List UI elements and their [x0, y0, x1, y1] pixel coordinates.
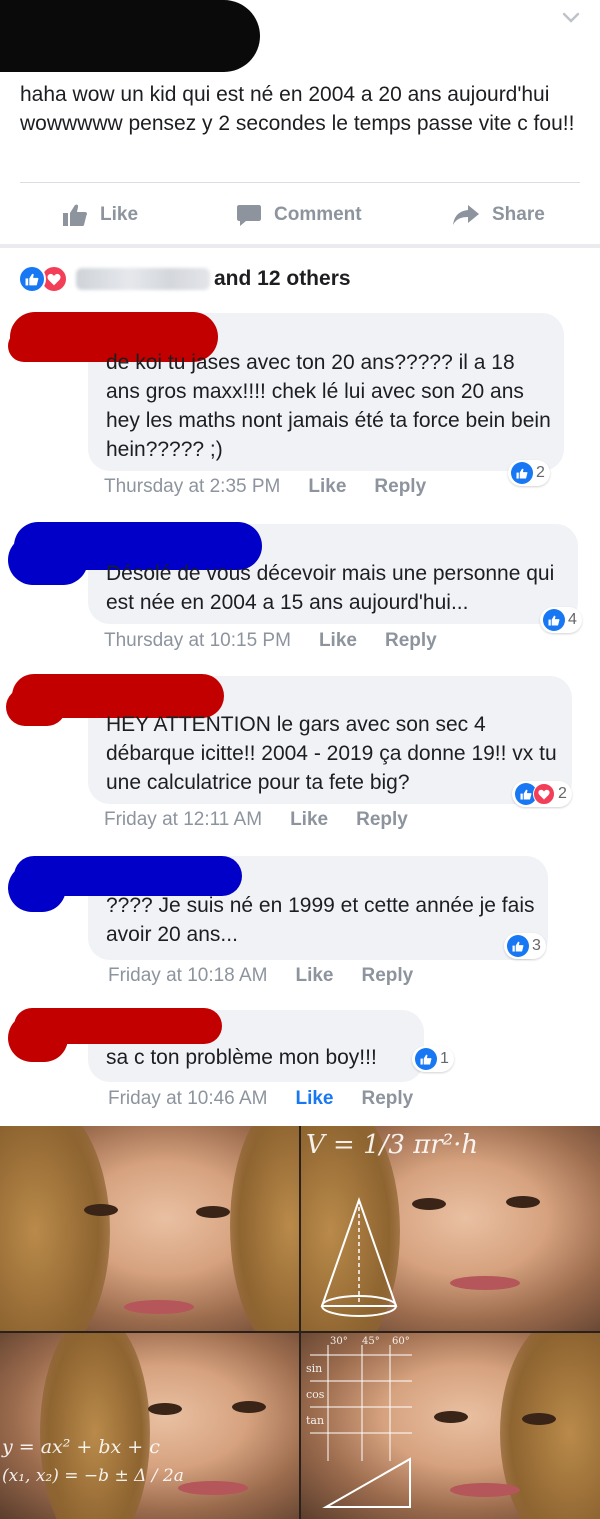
comment-like-button[interactable]: Like: [295, 965, 333, 987]
roots-formula: (x₁, x₂) = −b ± Δ / 2a: [2, 1466, 184, 1486]
comment-time[interactable]: Thursday at 2:35 PM: [104, 476, 280, 498]
comment-meta: Thursday at 2:35 PM Like Reply: [104, 476, 426, 498]
cos-label: cos: [306, 1388, 325, 1401]
comment-meta: Friday at 10:18 AM Like Reply: [108, 965, 413, 987]
comment-reply-button[interactable]: Reply: [374, 476, 426, 498]
like-button[interactable]: Like: [62, 190, 138, 240]
comment-reply-button[interactable]: Reply: [385, 630, 437, 652]
share-icon: [453, 205, 479, 225]
chevron-down-icon[interactable]: [562, 12, 580, 24]
comment-like-button[interactable]: Like: [319, 630, 357, 652]
redacted-author: [0, 0, 260, 72]
comment-text: HEY ATTENTION le gars avec son sec 4 déb…: [106, 713, 557, 794]
redacted-avatar: [8, 535, 88, 585]
like-reaction-icon: [507, 935, 529, 957]
comment-time[interactable]: Thursday at 10:15 PM: [104, 630, 291, 652]
comment-reaction-badge[interactable]: 4: [540, 607, 582, 633]
redacted-avatar: [8, 864, 66, 912]
comment-reaction-badge[interactable]: 3: [504, 933, 546, 959]
comment-reaction-badge[interactable]: 2: [508, 460, 550, 486]
post-text: haha wow un kid qui est né en 2004 a 20 …: [20, 83, 575, 135]
comment-reaction-badge[interactable]: 1: [412, 1046, 454, 1072]
comment-meta: Thursday at 10:15 PM Like Reply: [104, 630, 437, 652]
reaction-count: 4: [568, 611, 577, 628]
reaction-count: 1: [440, 1050, 449, 1067]
comment-meta: Friday at 10:46 AM Like Reply: [108, 1088, 413, 1110]
comment-icon: [237, 205, 261, 226]
reaction-count: 3: [532, 937, 541, 954]
comment-time[interactable]: Friday at 10:18 AM: [108, 965, 267, 987]
comment-reply-button[interactable]: Reply: [362, 965, 414, 987]
comment-text: de koi tu jases avec ton 20 ans????? il …: [106, 351, 551, 461]
volume-formula: V = 1/3 πr²·h: [306, 1130, 479, 1160]
comment-like-button[interactable]: Like: [308, 476, 346, 498]
angle-60-label: 60°: [392, 1336, 410, 1347]
meme-divider: [299, 1126, 301, 1519]
sin-label: sin: [306, 1362, 323, 1375]
angle-45-label: 45°: [362, 1336, 380, 1347]
thumbs-up-icon: [63, 204, 87, 226]
redacted-avatar: [6, 688, 66, 726]
math-lady-meme-image: V = 1/3 πr²·h y = ax² + bx + c (x₁, x₂) …: [0, 1126, 600, 1519]
reactions-summary[interactable]: and 12 others: [18, 262, 351, 296]
comment-text: Désolé de vous décevoir mais une personn…: [106, 562, 555, 614]
comment-text: ???? Je suis né en 1999 et cette année j…: [106, 894, 535, 946]
like-reaction-icon: [415, 1048, 437, 1070]
like-reaction-icon: [18, 265, 46, 293]
comment-like-button[interactable]: Like: [295, 1088, 333, 1110]
quadratic-formula: y = ax² + bx + c: [2, 1436, 160, 1458]
comment-text: sa c ton problème mon boy!!!: [106, 1046, 377, 1069]
post-header: [0, 0, 600, 80]
angle-30-label: 30°: [330, 1336, 348, 1347]
redacted-avatar: [8, 330, 68, 362]
comment-reply-button[interactable]: Reply: [362, 1088, 414, 1110]
divider: [20, 182, 580, 183]
share-button[interactable]: Share: [452, 190, 545, 240]
meme-panel: [300, 1333, 600, 1519]
share-label: Share: [492, 204, 545, 225]
comment-label: Comment: [274, 204, 362, 225]
meme-panel: [0, 1126, 300, 1331]
comment-button[interactable]: Comment: [236, 190, 362, 240]
cone-diagram: [320, 1196, 398, 1317]
blurred-reactor-name: [76, 268, 210, 290]
like-reaction-icon: [543, 609, 565, 631]
comment-reply-button[interactable]: Reply: [356, 809, 408, 831]
comment-meta: Friday at 12:11 AM Like Reply: [104, 809, 408, 831]
comment-time[interactable]: Friday at 12:11 AM: [104, 809, 262, 831]
section-divider: [0, 244, 600, 248]
comment-reaction-badge[interactable]: 2: [512, 781, 572, 807]
reactions-count-text: and 12 others: [214, 267, 351, 290]
tan-label: tan: [306, 1414, 325, 1427]
comment-like-button[interactable]: Like: [290, 809, 328, 831]
love-reaction-icon: [533, 783, 555, 805]
redacted-avatar: [8, 1014, 68, 1062]
meme-panel: [0, 1333, 300, 1519]
comment-time[interactable]: Friday at 10:46 AM: [108, 1088, 267, 1110]
reaction-count: 2: [536, 464, 545, 481]
post-action-bar: Like Comment Share: [0, 190, 600, 240]
reaction-count: 2: [558, 785, 567, 802]
like-label: Like: [100, 204, 139, 225]
like-reaction-icon: [511, 462, 533, 484]
